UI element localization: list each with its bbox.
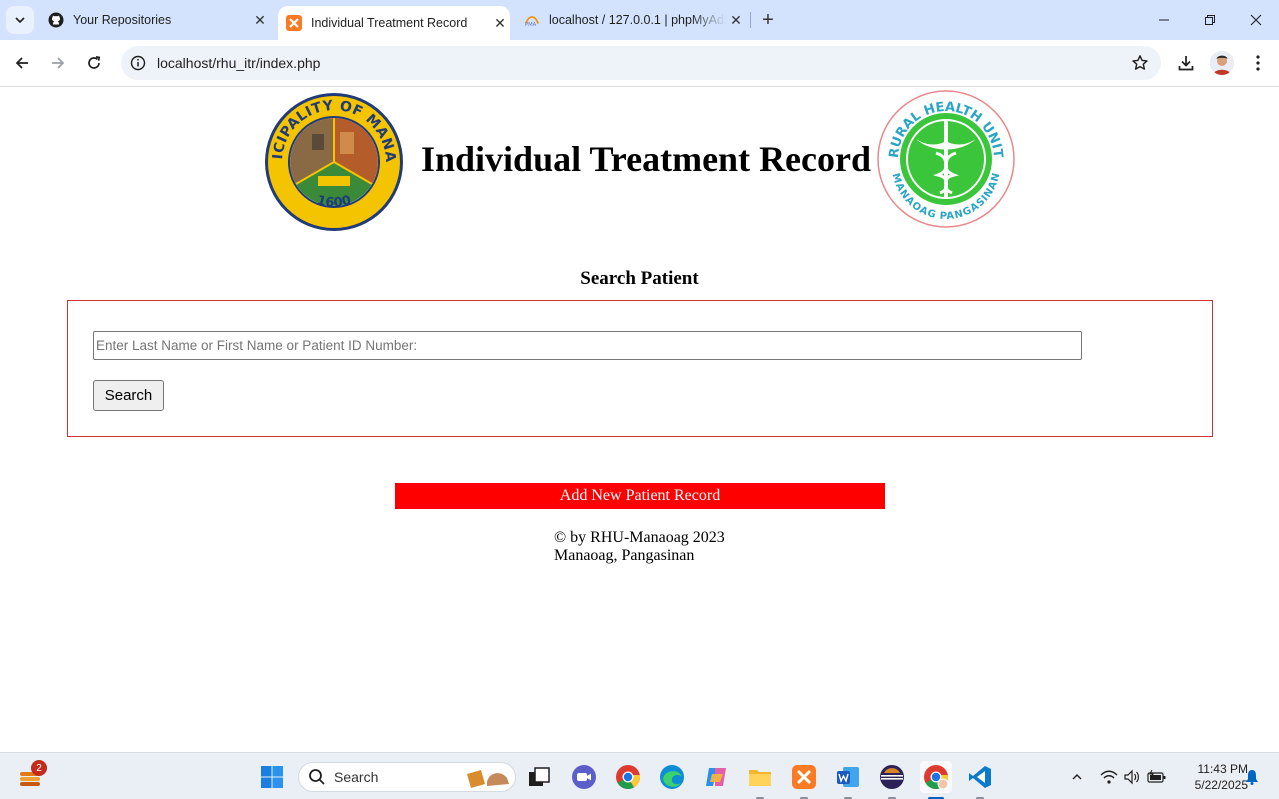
footer-copyright: © by RHU-Manaoag 2023 bbox=[554, 529, 725, 546]
more-vert-icon bbox=[1256, 55, 1260, 71]
minimize-icon bbox=[1159, 19, 1169, 21]
site-info-icon[interactable] bbox=[123, 55, 153, 71]
taskbar-app-xampp[interactable] bbox=[788, 761, 820, 799]
video-call-icon bbox=[572, 765, 596, 789]
download-icon bbox=[1178, 56, 1194, 71]
tab-phpmyadmin[interactable]: PMA localhost / 127.0.0.1 | phpMyAdmin ✕ bbox=[516, 0, 746, 40]
tab-title: Individual Treatment Record bbox=[311, 16, 468, 30]
taskbar-app-eclipse[interactable] bbox=[876, 761, 908, 799]
search-icon bbox=[309, 769, 325, 785]
tab-your-repositories[interactable]: Your Repositories ✕ bbox=[40, 0, 270, 40]
chrome-icon bbox=[616, 765, 641, 790]
taskbar-app-copilot[interactable] bbox=[700, 761, 732, 793]
new-tab-button[interactable]: + bbox=[756, 8, 780, 32]
search-heading: Search Patient bbox=[580, 268, 699, 289]
back-button[interactable] bbox=[7, 48, 37, 78]
page-title: Individual Treatment Record bbox=[421, 139, 872, 179]
municipality-seal-logo: MUNICIPALITY OF MANAOAG 1600 bbox=[264, 92, 403, 231]
taskbar-app-file-explorer[interactable] bbox=[744, 761, 776, 799]
battery-button[interactable] bbox=[1145, 753, 1169, 799]
show-hidden-icons-button[interactable] bbox=[1066, 753, 1088, 799]
taskbar-app-vscode[interactable] bbox=[964, 761, 996, 799]
downloads-button[interactable] bbox=[1173, 50, 1199, 76]
page-content: MUNICIPALITY OF MANAOAG 1600 Individual … bbox=[0, 88, 1279, 752]
chevron-down-icon bbox=[15, 17, 25, 24]
tab-title: Your Repositories bbox=[73, 13, 172, 27]
taskbar-search-box[interactable]: Search bbox=[298, 762, 516, 792]
footer: © by RHU-Manaoag 2023 Manaoag, Pangasina… bbox=[554, 529, 725, 565]
search-form: Search bbox=[67, 300, 1213, 437]
close-tab-icon[interactable]: ✕ bbox=[490, 13, 510, 33]
bookmark-star-icon[interactable] bbox=[1131, 54, 1149, 77]
arrow-right-icon bbox=[52, 57, 65, 69]
windows-taskbar: 2 Search 11:43 PM 5/22/2025 bbox=[0, 752, 1279, 799]
address-bar[interactable]: localhost/rhu_itr/index.php bbox=[121, 46, 1161, 80]
taskbar-app-zoom[interactable] bbox=[568, 761, 600, 793]
chevron-up-icon bbox=[1072, 773, 1082, 779]
close-icon bbox=[1250, 14, 1262, 26]
notification-badge: 2 bbox=[31, 760, 47, 776]
close-window-button[interactable] bbox=[1233, 0, 1279, 40]
network-button[interactable] bbox=[1098, 753, 1120, 799]
edge-icon bbox=[660, 765, 684, 789]
taskbar-app-chrome[interactable] bbox=[612, 761, 644, 793]
notifications-button[interactable] bbox=[1242, 753, 1262, 799]
rural-health-unit-logo: RURAL HEALTH UNIT MANAOAG PANGASINAN bbox=[877, 90, 1015, 228]
volume-button[interactable] bbox=[1121, 753, 1143, 799]
profile-avatar[interactable] bbox=[1210, 51, 1234, 75]
system-clock[interactable]: 11:43 PM 5/22/2025 bbox=[1172, 761, 1248, 793]
battery-icon bbox=[1147, 769, 1166, 783]
restore-icon bbox=[1205, 15, 1215, 25]
forward-button[interactable] bbox=[43, 48, 73, 78]
taskbar-search-label: Search bbox=[334, 769, 379, 785]
xampp-icon bbox=[286, 15, 302, 31]
minimize-button[interactable] bbox=[1141, 0, 1187, 40]
bell-icon bbox=[1246, 769, 1258, 785]
taskbar-app-edge[interactable] bbox=[656, 761, 688, 793]
tab-individual-treatment-record[interactable]: Individual Treatment Record ✕ bbox=[278, 6, 510, 40]
reload-button[interactable] bbox=[79, 48, 109, 78]
avatar-icon bbox=[1210, 51, 1234, 75]
xampp-icon bbox=[792, 765, 816, 789]
search-highlight-icon bbox=[467, 770, 509, 788]
tab-separator bbox=[750, 12, 751, 28]
add-new-patient-button[interactable]: Add New Patient Record bbox=[395, 483, 885, 509]
close-tab-icon[interactable]: ✕ bbox=[250, 10, 270, 30]
arrow-left-icon bbox=[15, 57, 28, 69]
folder-icon bbox=[749, 770, 771, 786]
search-button[interactable]: Search bbox=[93, 380, 164, 411]
patient-search-input[interactable] bbox=[93, 331, 1082, 360]
clock-date: 5/22/2025 bbox=[1194, 778, 1248, 792]
browser-menu-button[interactable] bbox=[1245, 50, 1271, 76]
speaker-icon bbox=[1124, 769, 1139, 784]
tab-search-button[interactable] bbox=[6, 6, 34, 34]
vscode-icon bbox=[969, 766, 991, 788]
browser-tab-bar: Your Repositories ✕ Individual Treatment… bbox=[0, 0, 1279, 40]
start-button[interactable] bbox=[256, 761, 288, 793]
eclipse-icon bbox=[880, 765, 904, 789]
wifi-icon bbox=[1100, 770, 1118, 784]
tab-title: localhost / 127.0.0.1 | phpMyAdmin bbox=[549, 13, 726, 27]
restore-button[interactable] bbox=[1187, 0, 1233, 40]
chrome-icon bbox=[924, 765, 949, 790]
taskbar-app-word[interactable] bbox=[832, 761, 864, 799]
github-icon bbox=[48, 12, 64, 28]
task-view-icon bbox=[529, 767, 550, 786]
windows-start-icon bbox=[261, 766, 283, 788]
taskbar-app-chrome-active[interactable] bbox=[920, 761, 952, 799]
close-tab-icon[interactable]: ✕ bbox=[726, 10, 746, 30]
copilot-icon bbox=[706, 768, 726, 786]
url-text[interactable]: localhost/rhu_itr/index.php bbox=[157, 55, 320, 71]
task-view-button[interactable] bbox=[523, 761, 555, 793]
phpmyadmin-icon: PMA bbox=[524, 12, 540, 28]
reload-icon bbox=[88, 55, 101, 69]
word-icon bbox=[837, 767, 859, 787]
footer-location: Manaoag, Pangasinan bbox=[554, 547, 695, 564]
browser-toolbar: localhost/rhu_itr/index.php bbox=[0, 40, 1279, 87]
widgets-button[interactable]: 2 bbox=[14, 760, 47, 793]
clock-time: 11:43 PM bbox=[1197, 762, 1248, 776]
svg-text:PMA: PMA bbox=[525, 22, 537, 28]
